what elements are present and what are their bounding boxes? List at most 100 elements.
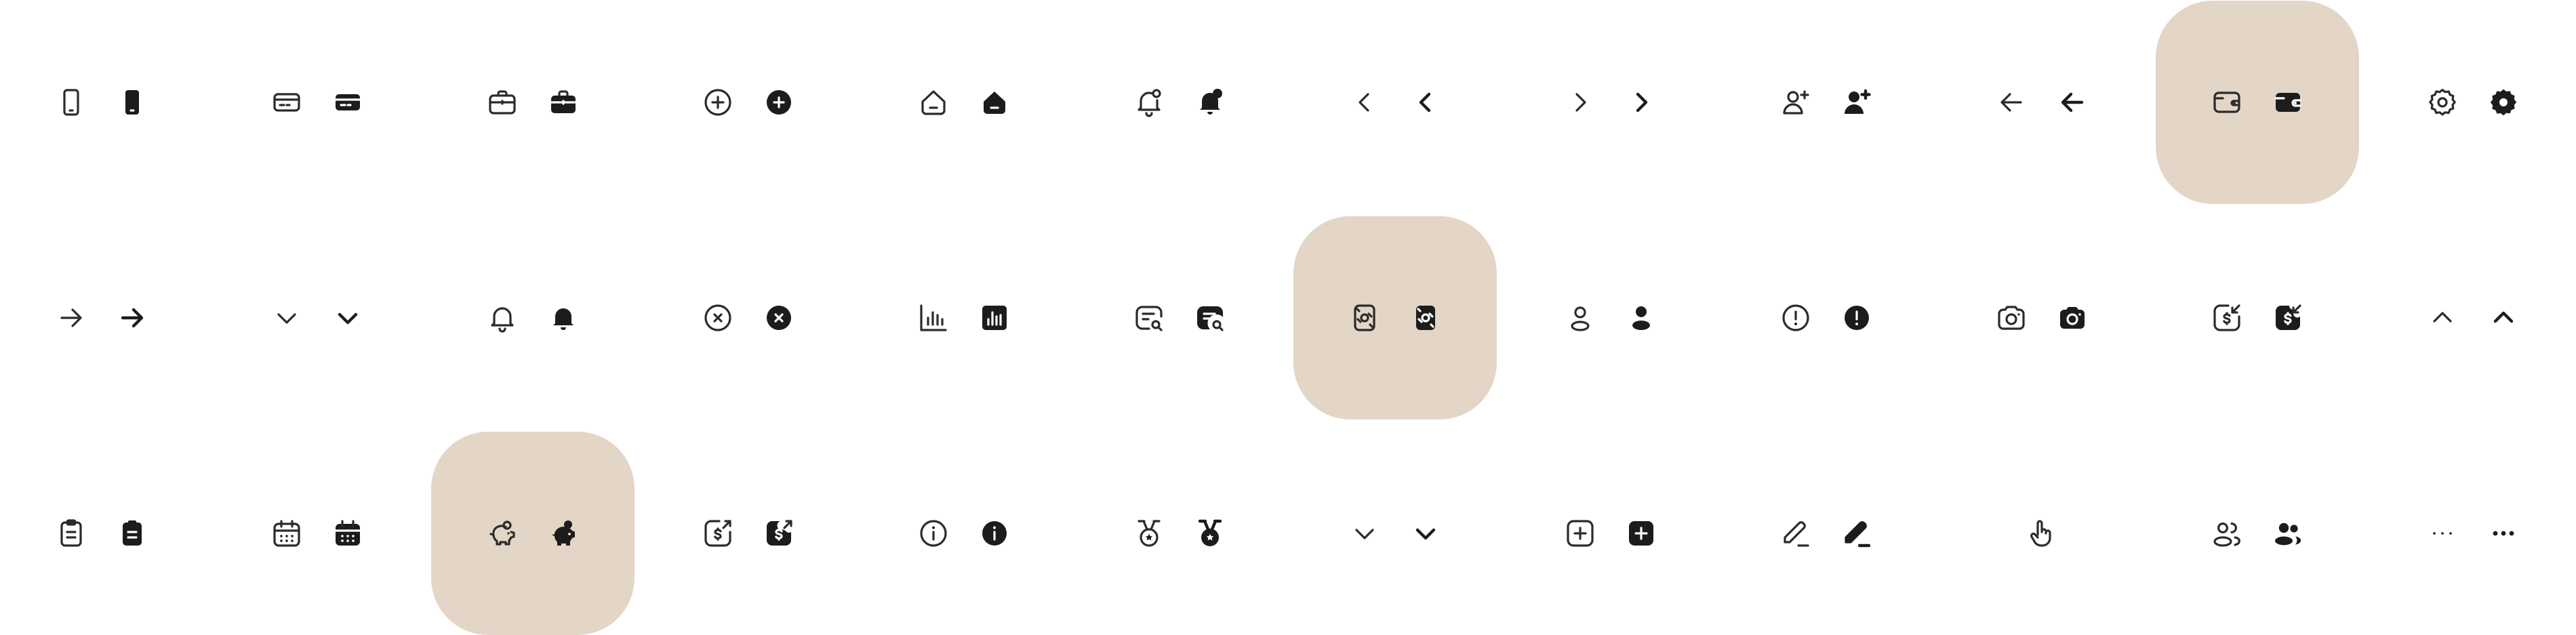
tile-camera xyxy=(1940,216,2144,419)
user-filled-icon xyxy=(1625,302,1657,334)
hand-pointer-icon xyxy=(2026,517,2058,550)
edit-pen-filled-icon xyxy=(1840,517,1873,550)
info-circle-filled-icon xyxy=(978,517,1011,550)
tile-plus-square xyxy=(1509,432,1712,635)
credit-card-filled-icon xyxy=(331,86,364,119)
credit-card-outline-icon xyxy=(270,86,303,119)
settings-outline-icon xyxy=(2426,86,2459,119)
tile-users xyxy=(2156,432,2359,635)
arrow-right-outline-icon xyxy=(55,302,87,334)
x-circle-outline-icon xyxy=(702,302,734,334)
calendar-outline-icon xyxy=(270,517,303,550)
camera-filled-icon xyxy=(2056,302,2089,334)
tile-briefcase xyxy=(431,1,635,204)
users-outline-icon xyxy=(2211,517,2243,550)
tile-hand-pointer xyxy=(1940,432,2144,635)
tile-money-transfer xyxy=(1293,216,1497,419)
chevron-left-outline-icon xyxy=(1348,86,1381,119)
plus-circle-filled-icon xyxy=(763,86,795,119)
plus-circle-outline-icon xyxy=(702,86,734,119)
clipboard-outline-icon xyxy=(55,517,87,550)
tile-info-circle xyxy=(862,432,1066,635)
wallet-outline-icon xyxy=(2211,86,2243,119)
tile-settings xyxy=(2371,1,2575,204)
tile-message-search xyxy=(1078,216,1281,419)
tile-chevron-up xyxy=(2371,216,2575,419)
mobile-filled-icon xyxy=(116,86,148,119)
info-circle-outline-icon xyxy=(917,517,950,550)
message-search-outline-icon xyxy=(1133,302,1165,334)
camera-outline-icon xyxy=(1995,302,2028,334)
arrow-left-bold-icon xyxy=(2056,86,2089,119)
chevron-up-outline-icon xyxy=(2426,302,2459,334)
more-horizontal-outline-icon xyxy=(2426,517,2459,550)
piggy-bank-filled-icon xyxy=(547,517,580,550)
tile-mobile xyxy=(0,1,203,204)
tile-user xyxy=(1509,216,1712,419)
medal-filled-icon xyxy=(1194,517,1226,550)
message-search-filled-icon xyxy=(1194,302,1226,334)
dollar-send-filled-icon xyxy=(763,517,795,550)
users-filled-icon xyxy=(2272,517,2304,550)
tile-calendar xyxy=(216,432,419,635)
tile-user-add xyxy=(1725,1,1928,204)
alert-circle-filled-icon xyxy=(1840,302,1873,334)
dollar-send-outline-icon xyxy=(702,517,734,550)
tile-x-circle xyxy=(647,216,850,419)
tile-chevron-right xyxy=(1509,1,1712,204)
home-minus-filled-icon xyxy=(978,86,1011,119)
tile-medal xyxy=(1078,432,1281,635)
tile-home-minus xyxy=(862,1,1066,204)
alert-circle-outline-icon xyxy=(1779,302,1812,334)
x-circle-filled-icon xyxy=(763,302,795,334)
tile-edit-pen xyxy=(1725,432,1928,635)
money-transfer-outline-icon xyxy=(1348,302,1381,334)
user-outline-icon xyxy=(1564,302,1596,334)
edit-pen-outline-icon xyxy=(1779,517,1812,550)
tile-bar-chart xyxy=(862,216,1066,419)
dollar-receive-outline-icon xyxy=(2211,302,2243,334)
chevron-down-bold-icon xyxy=(1409,517,1442,550)
plus-square-filled-icon xyxy=(1625,517,1657,550)
tile-alert-circle xyxy=(1725,216,1928,419)
home-minus-outline-icon xyxy=(917,86,950,119)
bell-notification-outline-icon xyxy=(1133,86,1165,119)
icon-sheet xyxy=(0,0,2576,635)
chevron-right-bold-icon xyxy=(1625,86,1657,119)
tile-chevron-left xyxy=(1293,1,1497,204)
user-add-outline-icon xyxy=(1779,86,1812,119)
arrow-left-outline-icon xyxy=(1995,86,2028,119)
tile-wallet xyxy=(2156,1,2359,204)
money-transfer-filled-icon xyxy=(1409,302,1442,334)
chevron-down-bold-icon xyxy=(331,302,364,334)
tile-bell-notification xyxy=(1078,1,1281,204)
wallet-filled-icon xyxy=(2272,86,2304,119)
tile-credit-card xyxy=(216,1,419,204)
tile-piggy-bank xyxy=(431,432,635,635)
chevron-left-bold-icon xyxy=(1409,86,1442,119)
chevron-down-outline-icon xyxy=(1348,517,1381,550)
tile-arrow-left xyxy=(1940,1,2144,204)
settings-filled-icon xyxy=(2487,86,2520,119)
tile-clipboard xyxy=(0,432,203,635)
tile-more-horizontal xyxy=(2371,432,2575,635)
tile-chevron-down-2 xyxy=(1293,432,1497,635)
clipboard-filled-icon xyxy=(116,517,148,550)
bar-chart-filled-icon xyxy=(978,302,1011,334)
bell-notification-filled-icon xyxy=(1194,86,1226,119)
bar-chart-outline-icon xyxy=(917,302,950,334)
plus-square-outline-icon xyxy=(1564,517,1596,550)
dollar-receive-filled-icon xyxy=(2272,302,2304,334)
tile-arrow-right xyxy=(0,216,203,419)
tile-plus-circle xyxy=(647,1,850,204)
bell-filled-icon xyxy=(547,302,580,334)
calendar-filled-icon xyxy=(331,517,364,550)
arrow-right-bold-icon xyxy=(116,302,148,334)
briefcase-filled-icon xyxy=(547,86,580,119)
chevron-down-outline-icon xyxy=(270,302,303,334)
bell-outline-icon xyxy=(486,302,519,334)
tile-dollar-send xyxy=(647,432,850,635)
more-horizontal-filled-icon xyxy=(2487,517,2520,550)
medal-outline-icon xyxy=(1133,517,1165,550)
tile-dollar-receive xyxy=(2156,216,2359,419)
